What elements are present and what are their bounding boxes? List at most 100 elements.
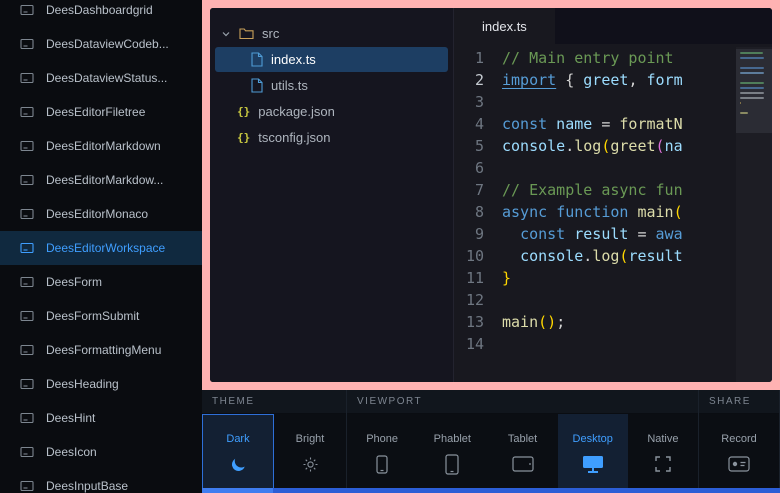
sidebar-item[interactable]: DeesFormattingMenu [0,333,202,367]
sidebar-item-label: DeesForm [46,275,102,289]
code-line: 7// Example async fun [454,179,772,201]
minimap-mark [740,92,764,94]
sidebar-item-label: DeesInputBase [46,479,128,493]
sidebar-item-label: DeesFormattingMenu [46,343,161,357]
component-icon [20,480,34,492]
bright-button[interactable]: Bright [274,414,346,493]
sidebar-item[interactable]: DeesEditorMarkdow... [0,163,202,197]
filetree-item[interactable]: {}tsconfig.json [215,125,448,150]
toolbar-section-share: SHARERecord [699,390,780,493]
line-number: 13 [454,311,502,333]
sidebar-item[interactable]: DeesDataviewStatus... [0,61,202,95]
minimap-mark [740,67,764,69]
sidebar-item-label: DeesDashboardgrid [46,3,153,17]
code-area[interactable]: 1// Main entry point2import { greet, for… [454,44,772,382]
component-icon [20,208,34,220]
sidebar-item-label: DeesHeading [46,377,119,391]
toolbar-button-label: Bright [296,433,325,445]
minimap-mark [740,97,764,99]
code-line: 6 [454,157,772,179]
minimap[interactable] [736,47,772,382]
sidebar-item[interactable]: DeesEditorMarkdown [0,129,202,163]
dark-button[interactable]: Dark [202,414,274,493]
toolbar-section-theme: THEME Dark Bright [202,390,347,493]
editor: index.ts 1// Main entry point2import { g… [454,8,772,382]
phone-icon [376,454,388,474]
tablet-button[interactable]: Tablet [487,414,557,493]
sidebar-item[interactable]: DeesIcon [0,435,202,469]
filetree-item[interactable]: index.ts [215,47,448,72]
code-line: 13main(); [454,311,772,333]
code-line-text [502,91,772,113]
sidebar-item[interactable]: DeesForm [0,265,202,299]
folder-icon [239,27,254,40]
toolbar-button-label: Native [647,433,678,445]
filetree-item[interactable]: {}package.json [215,99,448,124]
code-line-text: } [502,267,772,289]
sidebar-item[interactable]: DeesEditorWorkspace [0,231,202,265]
component-icon [20,344,34,356]
code-line-text [502,157,772,179]
code-line-text: const name = formatN [502,113,772,135]
phone-button[interactable]: Phone [347,414,417,493]
code-line-text: const result = awa [502,223,772,245]
sidebar-item[interactable]: DeesDataviewCodeb... [0,27,202,61]
line-number: 7 [454,179,502,201]
section-label-theme: THEME [202,390,346,414]
code-line-text: console.log(result [502,245,772,267]
component-icon [20,310,34,322]
code-line: 11} [454,267,772,289]
component-icon [20,378,34,390]
sidebar-item[interactable]: DeesHint [0,401,202,435]
sidebar-item[interactable]: DeesEditorFiletree [0,95,202,129]
phablet-button[interactable]: Phablet [417,414,487,493]
sidebar-item-label: DeesEditorFiletree [46,105,145,119]
phablet-icon [445,454,459,474]
active-indicator-strip [202,488,780,493]
sidebar-item[interactable]: DeesHeading [0,367,202,401]
line-number: 1 [454,47,502,69]
component-icon [20,446,34,458]
code-line: 10 console.log(result [454,245,772,267]
filetree-item[interactable]: src [215,21,448,46]
line-number: 3 [454,91,502,113]
minimap-mark [740,112,748,114]
toolbar-button-label: Dark [226,433,249,445]
filetree-item[interactable]: utils.ts [215,73,448,98]
sidebar-item-label: DeesEditorMarkdow... [46,173,163,187]
code-line-text [502,289,772,311]
toolbar-button-label: Phone [366,433,398,445]
code-line-text [502,333,772,355]
sidebar-item[interactable]: DeesDashboardgrid [0,0,202,27]
sun-icon [303,454,318,474]
code-line: 2import { greet, form [454,69,772,91]
editor-workspace: srcindex.tsutils.ts{}package.json{}tscon… [210,8,772,382]
desktop-button[interactable]: Desktop [558,414,628,493]
filetree-item-label: package.json [258,104,335,119]
toolbar-section-viewport: VIEWPORTPhonePhabletTabletDesktopNative [347,390,699,493]
toolbar-button-row-theme: Dark Bright [202,414,346,493]
component-icon [20,4,34,16]
code-line-text: async function main( [502,201,772,223]
sidebar-item[interactable]: DeesInputBase [0,469,202,493]
ts-file-icon [251,78,263,93]
filetree-item-label: tsconfig.json [258,130,330,145]
sidebar-item[interactable]: DeesEditorMonaco [0,197,202,231]
line-number: 6 [454,157,502,179]
preview-canvas: srcindex.tsutils.ts{}package.json{}tscon… [202,0,780,390]
code-line-text: // Main entry point [502,47,772,69]
native-button[interactable]: Native [628,414,698,493]
line-number: 2 [454,69,502,91]
sidebar-item[interactable]: DeesFormSubmit [0,299,202,333]
code-line: 5console.log(greet(na [454,135,772,157]
native-icon [655,454,671,474]
code-line: 1// Main entry point [454,47,772,69]
line-number: 11 [454,267,502,289]
code-line: 8async function main( [454,201,772,223]
app: DeesDashboardgridDeesDataviewCodeb...Dee… [0,0,780,493]
tab-index-ts[interactable]: index.ts [454,8,555,44]
record-icon [728,454,750,474]
sidebar-item-label: DeesEditorMarkdown [46,139,161,153]
record-button[interactable]: Record [699,414,779,493]
code-line-text: main(); [502,311,772,333]
